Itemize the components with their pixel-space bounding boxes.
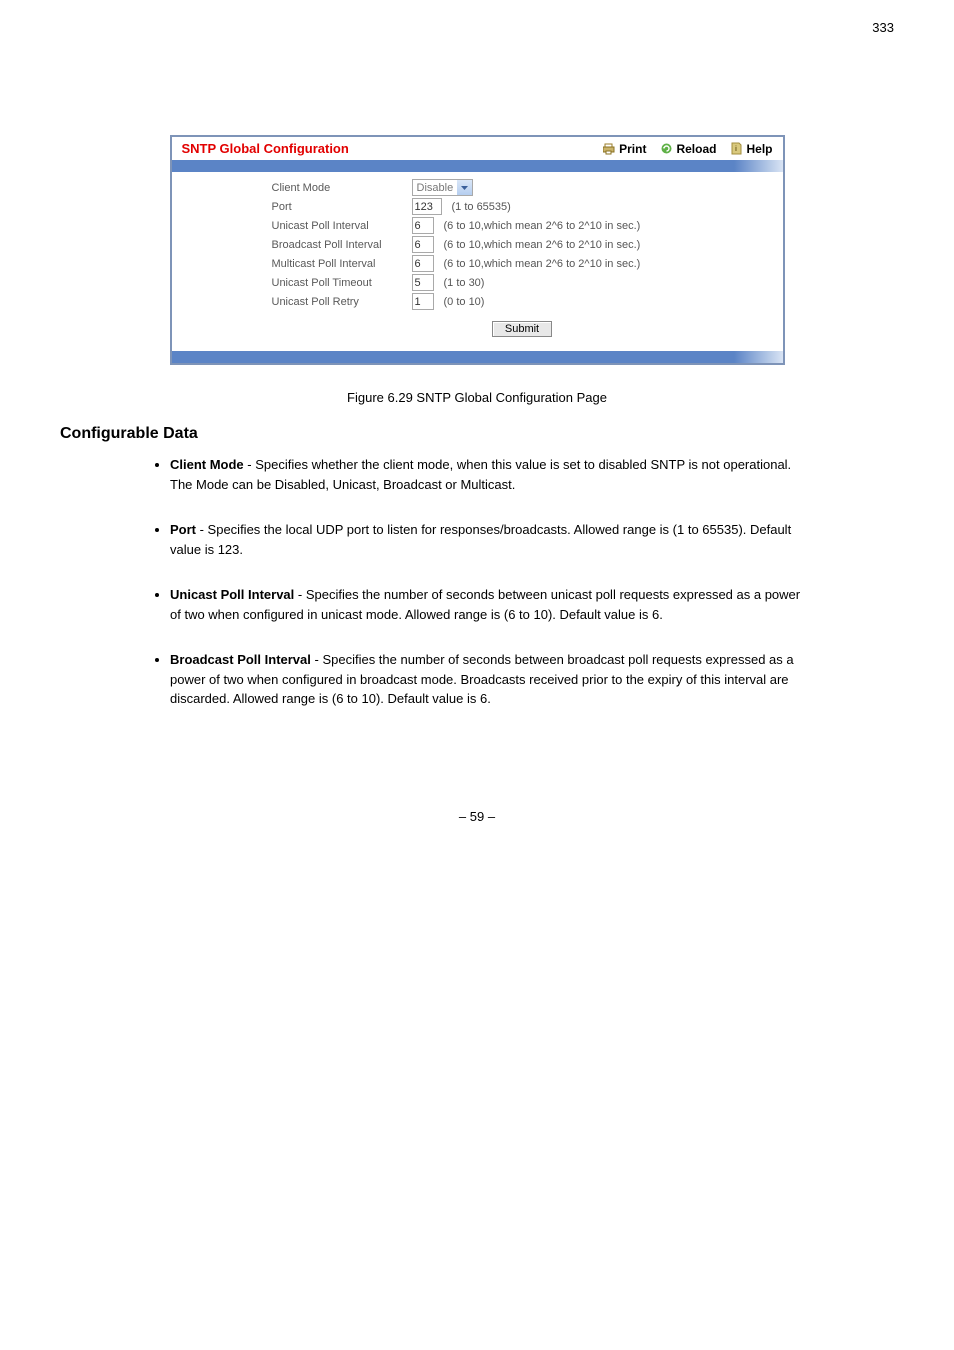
page-footer: – 59 – — [60, 809, 894, 824]
separator-bar-bottom — [172, 351, 783, 363]
multicast-interval-label: Multicast Poll Interval — [272, 258, 412, 270]
page-top-number: 333 — [0, 0, 954, 35]
unicast-interval-input[interactable] — [412, 217, 434, 234]
unicast-retry-hint: (0 to 10) — [444, 296, 485, 308]
item-title: Broadcast Poll Interval — [170, 652, 311, 667]
item-title: Unicast Poll Interval — [170, 587, 294, 602]
reload-button[interactable]: Reload — [660, 142, 716, 156]
item-title: Port — [170, 522, 196, 537]
list-item: Broadcast Poll Interval - Specifies the … — [170, 650, 894, 709]
item-body: - Specifies whether the client mode, whe… — [170, 457, 791, 492]
unicast-timeout-label: Unicast Poll Timeout — [272, 277, 412, 289]
item-body: - Specifies the local UDP port to listen… — [170, 522, 791, 557]
help-button[interactable]: i Help — [730, 142, 772, 156]
broadcast-interval-input[interactable] — [412, 236, 434, 253]
figure-caption: Figure 6.29 SNTP Global Configuration Pa… — [60, 390, 894, 405]
port-hint: (1 to 65535) — [452, 201, 511, 213]
multicast-interval-input[interactable] — [412, 255, 434, 272]
item-title: Client Mode — [170, 457, 244, 472]
svg-text:i: i — [736, 146, 738, 153]
unicast-timeout-input[interactable] — [412, 274, 434, 291]
client-mode-select[interactable]: Disable — [412, 179, 474, 196]
chevron-down-icon — [457, 180, 472, 195]
list-item: Client Mode - Specifies whether the clie… — [170, 455, 894, 494]
print-button[interactable]: Print — [603, 142, 646, 156]
separator-bar-top — [172, 160, 783, 172]
port-label: Port — [272, 201, 412, 213]
panel-title: SNTP Global Configuration — [182, 141, 590, 156]
unicast-interval-label: Unicast Poll Interval — [272, 220, 412, 232]
print-label: Print — [619, 142, 646, 156]
multicast-interval-hint: (6 to 10,which mean 2^6 to 2^10 in sec.) — [444, 258, 641, 270]
help-label: Help — [746, 142, 772, 156]
unicast-timeout-hint: (1 to 30) — [444, 277, 485, 289]
submit-button[interactable]: Submit — [492, 321, 552, 337]
configurable-list: Client Mode - Specifies whether the clie… — [60, 455, 894, 709]
panel-header: SNTP Global Configuration Print Reload i… — [172, 137, 783, 160]
list-item: Unicast Poll Interval - Specifies the nu… — [170, 585, 894, 624]
broadcast-interval-hint: (6 to 10,which mean 2^6 to 2^10 in sec.) — [444, 239, 641, 251]
config-panel: SNTP Global Configuration Print Reload i… — [170, 135, 785, 365]
list-item: Port - Specifies the local UDP port to l… — [170, 520, 894, 559]
reload-icon — [660, 142, 673, 155]
broadcast-interval-label: Broadcast Poll Interval — [272, 239, 412, 251]
client-mode-value: Disable — [413, 182, 458, 194]
form-body: Client Mode Disable Port (1 to 65535) Un… — [172, 172, 783, 345]
unicast-interval-hint: (6 to 10,which mean 2^6 to 2^10 in sec.) — [444, 220, 641, 232]
configurable-heading: Configurable Data — [60, 425, 894, 443]
unicast-retry-label: Unicast Poll Retry — [272, 296, 412, 308]
help-icon: i — [730, 142, 743, 155]
unicast-retry-input[interactable] — [412, 293, 434, 310]
reload-label: Reload — [676, 142, 716, 156]
print-icon — [603, 143, 616, 155]
client-mode-label: Client Mode — [272, 182, 412, 194]
port-input[interactable] — [412, 198, 442, 215]
